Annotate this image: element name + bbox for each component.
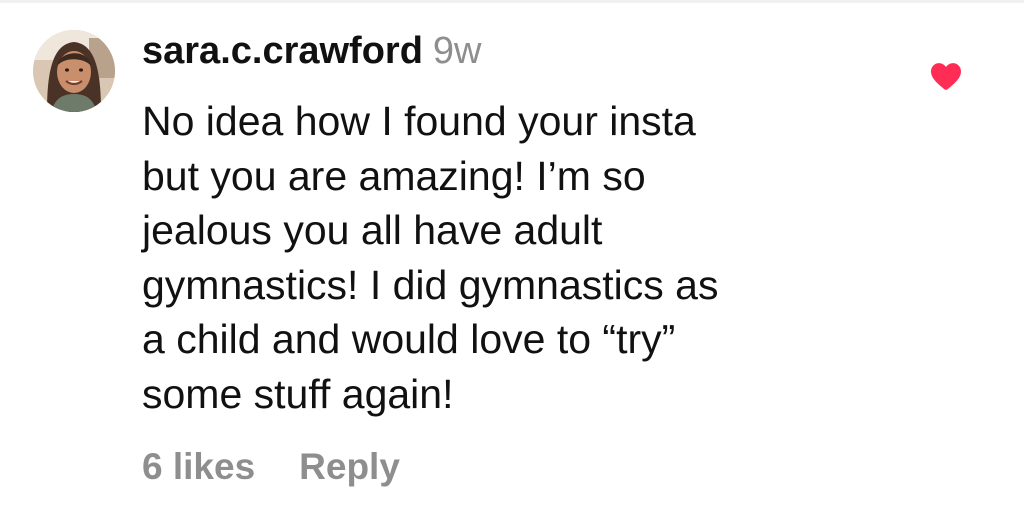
comment-item: sara.c.crawford 9w No idea how I found y… xyxy=(0,0,1024,518)
avatar[interactable] xyxy=(33,30,115,112)
comment-header: sara.c.crawford 9w xyxy=(142,30,482,76)
comment-text-line: a child and would love to “try” xyxy=(142,316,676,362)
likes-count[interactable]: 6 likes xyxy=(142,446,255,488)
comment-text-line: some stuff again! xyxy=(142,370,454,417)
comment-text-line: No idea how I found your insta xyxy=(142,98,696,144)
comment-text-line: jealous you all have adult xyxy=(142,207,603,253)
timestamp: 9w xyxy=(432,30,482,72)
profile-photo-icon xyxy=(33,30,115,112)
reply-button[interactable]: Reply xyxy=(299,446,400,488)
like-button[interactable] xyxy=(928,58,964,94)
comment-text-line: but you are amazing! I’m so xyxy=(142,152,646,199)
username[interactable]: sara.c.crawford xyxy=(142,30,423,73)
comment-footer: 6 likes Reply xyxy=(142,446,400,488)
comment-text-line: gymnastics! I did gymnastics as xyxy=(142,261,719,308)
heart-filled-icon xyxy=(931,63,961,90)
comment-text: No idea how I found your insta but you a… xyxy=(142,94,872,421)
